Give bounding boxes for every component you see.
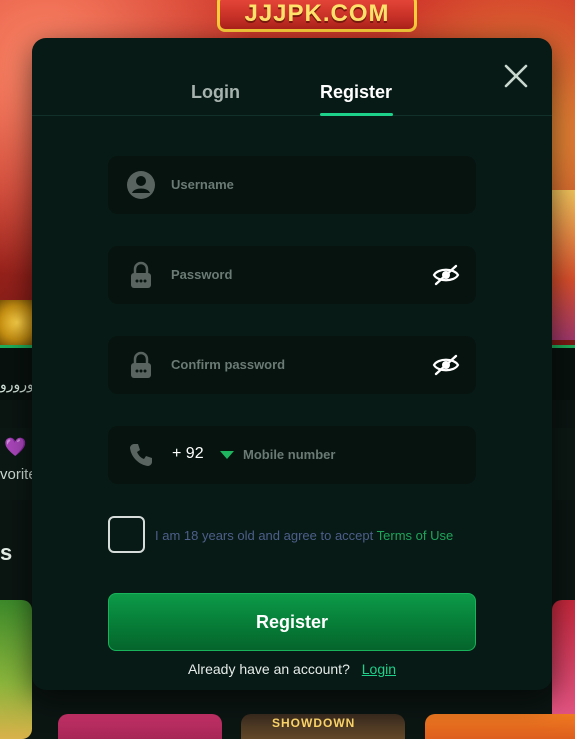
- game-tile: [58, 714, 222, 739]
- terms-text: I am 18 years old and agree to accept Te…: [155, 528, 453, 543]
- game-tile: [425, 714, 575, 739]
- heart-icon: 💜: [4, 437, 27, 457]
- site-logo: JJJPK.COM: [217, 0, 417, 32]
- lock-icon: [131, 261, 151, 288]
- game-tile: [0, 600, 32, 739]
- username-placeholder: Username: [171, 177, 234, 192]
- confirm-password-field[interactable]: Confirm password: [108, 336, 476, 394]
- mobile-number-field[interactable]: + 92 Mobile number: [108, 426, 476, 484]
- coins-art: [0, 300, 34, 345]
- terms-checkbox[interactable]: [108, 516, 145, 553]
- login-prompt: Already have an account? Login: [32, 661, 552, 677]
- eye-off-icon[interactable]: [432, 262, 460, 288]
- tab-register[interactable]: Register: [320, 82, 392, 103]
- close-button[interactable]: [500, 60, 532, 92]
- password-placeholder: Password: [171, 267, 233, 282]
- tab-login[interactable]: Login: [191, 82, 240, 103]
- game-tile-title: SHOWDOWN: [272, 716, 356, 730]
- terms-statement: I am 18 years old and agree to accept: [155, 528, 374, 543]
- caret-down-icon[interactable]: [220, 451, 234, 459]
- mobile-number-placeholder: Mobile number: [243, 447, 336, 462]
- country-code[interactable]: + 92: [172, 445, 204, 463]
- close-icon: [504, 64, 528, 88]
- confirm-password-placeholder: Confirm password: [171, 357, 286, 372]
- auth-tabs: Login Register: [32, 38, 552, 116]
- lock-icon: [131, 351, 151, 378]
- username-field[interactable]: Username: [108, 156, 476, 214]
- register-modal: Login Register Username Password Confirm…: [32, 38, 552, 690]
- terms-link[interactable]: Terms of Use: [377, 528, 454, 543]
- login-link[interactable]: Login: [362, 661, 396, 677]
- user-icon: [127, 171, 155, 199]
- eye-off-icon[interactable]: [432, 352, 460, 378]
- marquee-text: ورورو: [0, 376, 34, 392]
- section-title: s: [0, 540, 13, 565]
- active-tab-indicator: [320, 113, 393, 116]
- phone-icon: [130, 444, 152, 466]
- password-field[interactable]: Password: [108, 246, 476, 304]
- login-prompt-text: Already have an account?: [187, 661, 350, 677]
- register-button[interactable]: Register: [108, 593, 476, 651]
